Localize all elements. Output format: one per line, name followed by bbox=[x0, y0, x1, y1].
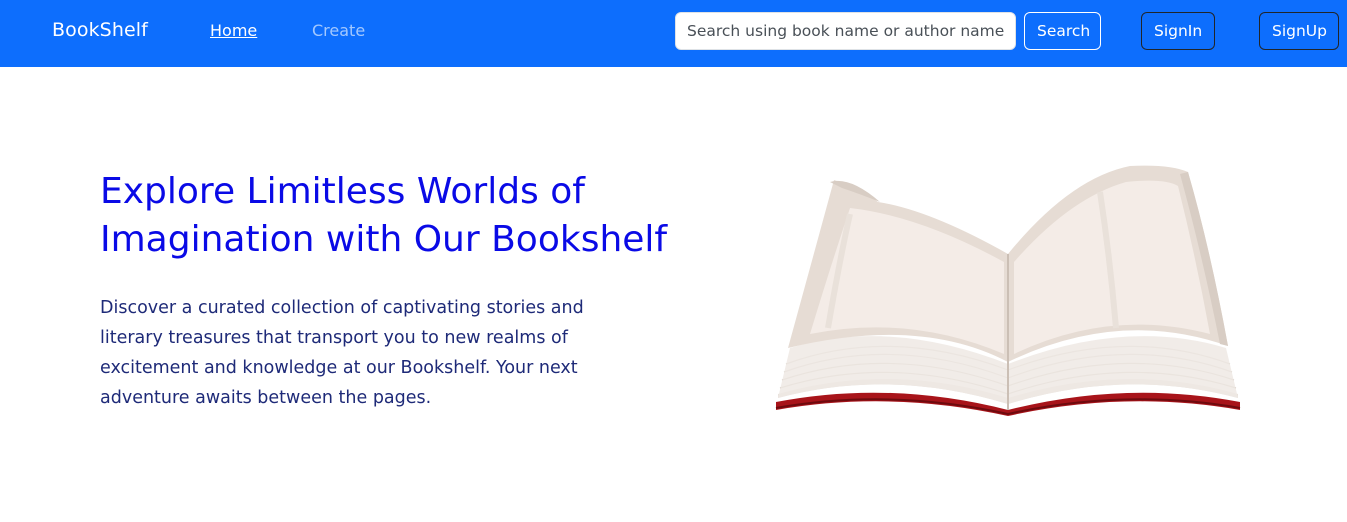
top-navbar: BookShelf Home Create Search SignIn Sign… bbox=[0, 0, 1347, 67]
hero-title: Explore Limitless Worlds of Imagination … bbox=[100, 171, 668, 260]
nav-link-home[interactable]: Home bbox=[210, 21, 257, 40]
signup-button[interactable]: SignUp bbox=[1259, 12, 1339, 50]
nav-link-create[interactable]: Create bbox=[312, 21, 365, 40]
search-input[interactable] bbox=[675, 12, 1016, 50]
hero-description: Discover a curated collection of captiva… bbox=[100, 298, 584, 408]
search-button[interactable]: Search bbox=[1024, 12, 1101, 50]
brand-logo[interactable]: BookShelf bbox=[52, 19, 148, 41]
signin-button[interactable]: SignIn bbox=[1141, 12, 1215, 50]
open-book-icon bbox=[775, 165, 1241, 416]
